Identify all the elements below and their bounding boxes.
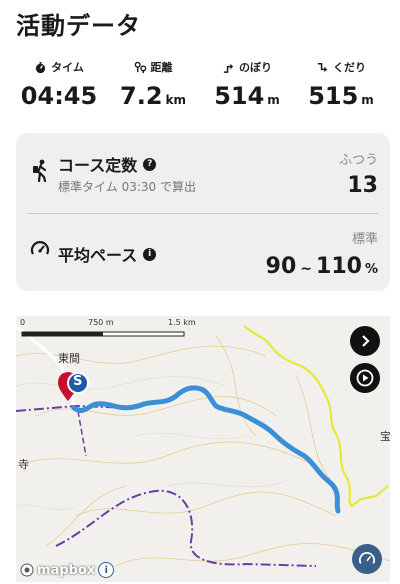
stat-distance-label: 距離 [150, 61, 173, 74]
stat-ascent: のぼり 514 m [202, 58, 292, 110]
stat-time: タイム 04:45 [14, 58, 104, 110]
scale-label-1500: 1.5 km [168, 318, 196, 327]
map-info-button[interactable]: i [98, 562, 115, 578]
next-button[interactable] [350, 326, 380, 356]
pace-title: 平均ペース [58, 246, 138, 265]
mapbox-logo-icon [20, 563, 34, 577]
stats-row: タイム 04:45 距離 7.2 km のぼり 514 m くだり 515 m [14, 58, 386, 110]
course-subtitle: 標準タイム 03:30 で算出 [58, 180, 196, 194]
place-label-takara: 宝 [380, 430, 390, 443]
stat-descent: くだり 515 m [296, 58, 386, 110]
play-button[interactable] [350, 363, 380, 393]
pace-max: 110 [316, 254, 362, 279]
course-row: コース定数 ? 標準タイム 03:30 で算出 ふつう 13 [16, 133, 390, 213]
stat-distance-unit: km [165, 93, 186, 107]
pins-icon [134, 61, 146, 73]
descent-icon [317, 62, 328, 72]
course-title: コース定数 [58, 156, 138, 175]
info-icon[interactable]: i [143, 247, 157, 261]
hiker-icon [33, 159, 47, 183]
stopwatch-icon [35, 61, 46, 73]
activity-card: コース定数 ? 標準タイム 03:30 で算出 ふつう 13 平均ペース i 標… [16, 133, 390, 291]
ascent-icon [223, 63, 234, 73]
stat-ascent-unit: m [267, 93, 280, 107]
pace-row: 平均ペース i 標準 90 ~110% [16, 214, 390, 291]
stat-time-value: 04:45 [20, 82, 98, 110]
pace-button[interactable] [352, 544, 382, 574]
scale-label-750: 750 m [88, 318, 114, 327]
help-icon[interactable]: ? [143, 157, 157, 171]
course-level: ふつう [338, 153, 378, 168]
scale-label-0: 0 [20, 318, 26, 327]
pace-min: 90 [265, 254, 297, 279]
pace-unit: % [364, 262, 378, 277]
course-value: 13 [347, 173, 378, 198]
mapbox-text: mapbox [37, 562, 96, 578]
stat-distance: 距離 7.2 km [108, 58, 198, 110]
stat-ascent-value: 514 [214, 82, 265, 110]
speedometer-icon [30, 241, 50, 255]
start-marker-label: S [73, 374, 83, 389]
stat-descent-label: くだり [333, 61, 366, 74]
pace-tilde: ~ [300, 261, 313, 277]
stat-descent-value: 515 [308, 82, 359, 110]
chevron-right-icon [362, 335, 370, 347]
stat-time-label: タイム [51, 61, 84, 74]
route-map[interactable]: 0 750 m 1.5 km 東間 寺 宝 S mapbox i [16, 316, 390, 582]
place-label-higashima: 東間 [58, 352, 80, 365]
stat-descent-unit: m [361, 93, 374, 107]
pace-level: 標準 [351, 232, 378, 247]
stat-ascent-label: のぼり [239, 61, 272, 74]
place-label-tera: 寺 [18, 458, 29, 471]
play-icon [356, 369, 374, 387]
page-title: 活動データ [16, 12, 141, 40]
mapbox-attribution[interactable]: mapbox i [20, 562, 115, 578]
speedometer-icon [359, 552, 375, 564]
pace-value: 90 ~110% [266, 254, 378, 279]
stat-distance-value: 7.2 [120, 82, 163, 110]
